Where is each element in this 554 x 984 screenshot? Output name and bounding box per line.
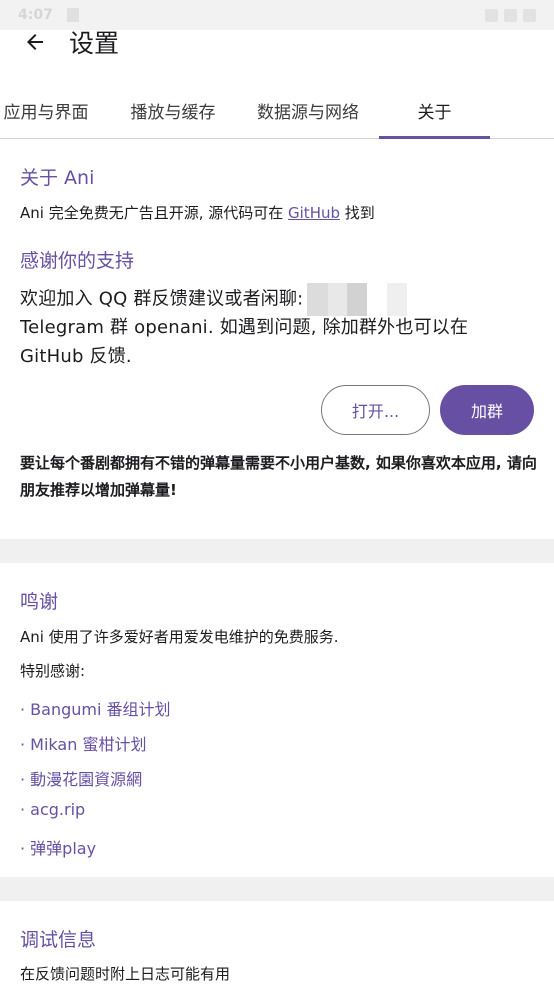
top-app-bar: 设置 — [0, 20, 554, 64]
arrow-back-icon — [27, 34, 43, 50]
credits-section: 鸣谢 Ani 使用了许多爱好者用爱发电维护的免费服务. 特别感谢: · Bang… — [0, 563, 554, 877]
qq-group-text: 欢迎加入 QQ 群反馈建议或者闲聊: — [20, 288, 304, 310]
qq-group-line: 欢迎加入 QQ 群反馈建议或者闲聊: — [20, 283, 409, 316]
about-desc-suffix: 找到 — [340, 204, 375, 222]
telegram-line-2: GitHub 反馈. — [20, 346, 132, 367]
thanks-item-mikan[interactable]: · Mikan 蜜柑计划 — [20, 731, 146, 755]
recommend-text: 要让每个番剧都拥有不错的弹幕量需要不小用户基数, 如果你喜欢本应用, 请向朋友推… — [20, 454, 537, 499]
thanks-item-acgrip[interactable]: · acg.rip — [20, 800, 85, 819]
section-divider-2 — [0, 877, 554, 901]
tab-about[interactable]: 关于 — [379, 82, 490, 138]
tab-playback-cache[interactable]: 播放与缓存 — [118, 82, 228, 138]
open-button[interactable]: 打开... — [321, 385, 430, 435]
tab-app-ui[interactable]: 应用与界面 — [0, 82, 92, 138]
debug-description: 在反馈问题时附上日志可能有用 — [20, 965, 231, 983]
thanks-item-bangumi[interactable]: · Bangumi 番组计划 — [20, 696, 171, 720]
back-button[interactable] — [13, 20, 57, 64]
thanks-item-dmhy[interactable]: · 動漫花園資源網 — [20, 766, 142, 790]
about-description: Ani 完全免费无广告且开源, 源代码可在 GitHub 找到 — [20, 202, 375, 223]
thanks-item-dandanplay[interactable]: · 弹弹play — [20, 835, 96, 859]
telegram-line-1: Telegram 群 openani. 如遇到问题, 除加群外也可以在 — [20, 317, 469, 338]
about-desc-prefix: Ani 完全免费无广告且开源, 源代码可在 — [20, 204, 289, 222]
credits-title: 鸣谢 — [20, 591, 59, 613]
join-group-button[interactable]: 加群 — [440, 385, 534, 435]
credits-description: Ani 使用了许多爱好者用爱发电维护的免费服务. — [20, 628, 339, 646]
support-title: 感谢你的支持 — [20, 250, 135, 272]
special-thanks-label: 特别感谢: — [20, 662, 86, 680]
debug-section: 调试信息 在反馈问题时附上日志可能有用 — [0, 901, 554, 984]
page-title: 设置 — [69, 29, 120, 58]
qq-number-blurred — [307, 283, 409, 316]
section-divider — [0, 539, 554, 563]
tab-sources-network[interactable]: 数据源与网络 — [246, 82, 370, 138]
settings-tabs: 应用与界面 播放与缓存 数据源与网络 关于 — [0, 82, 554, 139]
debug-title: 调试信息 — [20, 929, 97, 951]
about-title: 关于 Ani — [20, 167, 95, 189]
github-link[interactable]: GitHub — [288, 204, 340, 222]
about-section: 关于 Ani Ani 完全免费无广告且开源, 源代码可在 GitHub 找到 感… — [0, 139, 554, 539]
